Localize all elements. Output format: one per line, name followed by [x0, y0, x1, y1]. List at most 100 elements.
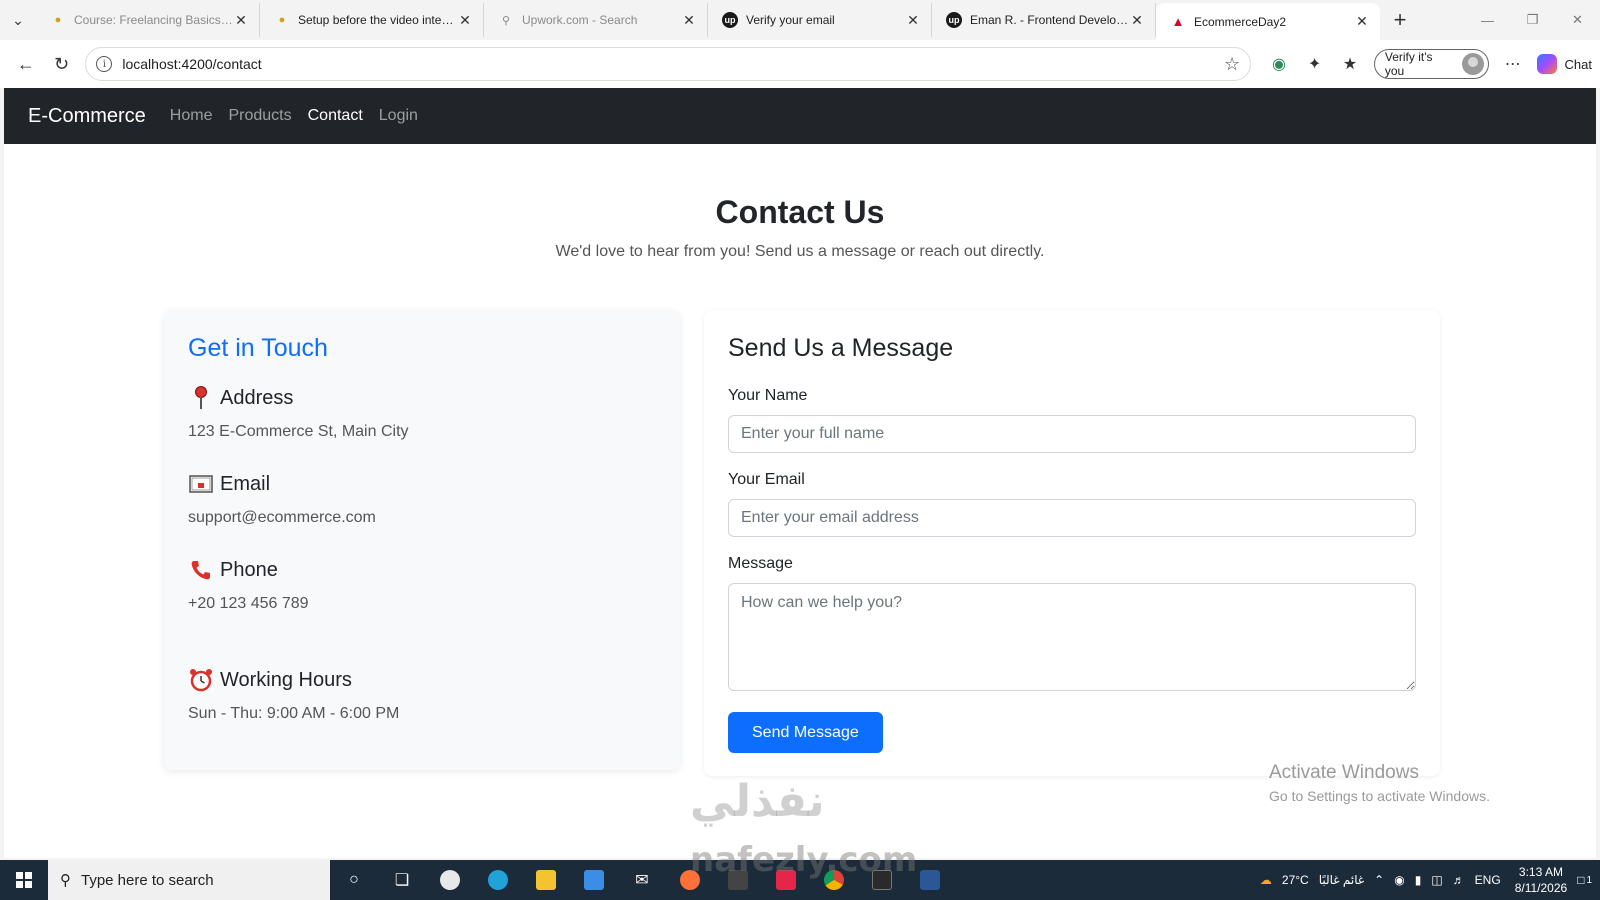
hours-value: Sun - Thu: 9:00 AM - 6:00 PM: [188, 705, 400, 722]
torch-icon: ●: [54, 14, 62, 26]
site-info-icon[interactable]: i: [96, 56, 113, 72]
site-navbar: E-Commerce Home Products Contact Login: [4, 88, 1596, 144]
torch-icon: ●: [278, 14, 286, 26]
profile-button[interactable]: Verify it's you: [1373, 49, 1489, 79]
browser-tab-1[interactable]: ● Course: Freelancing Basics | Ma ✕: [36, 3, 260, 37]
network-icon[interactable]: ◫: [1431, 873, 1442, 887]
new-tab-button[interactable]: +: [1380, 0, 1420, 40]
browser-toolbar: ← ↻ i localhost:4200/contact ☆ ◉ ✦ ★ Ver…: [0, 40, 1600, 88]
store-icon[interactable]: [570, 860, 618, 900]
close-tab-icon[interactable]: ✕: [681, 12, 697, 29]
activate-windows-notice: Activate Windows Go to Settings to activ…: [1269, 762, 1490, 804]
window-controls: — ❐ ✕: [1465, 0, 1600, 40]
tab-title: Verify your email: [746, 13, 835, 27]
clock-time: 3:13 AM: [1518, 865, 1563, 879]
system-tray: ☁ 27°C غائم غالبًا ⌃ ◉ ▮ ◫ ♬ ENG 3:13 AM…: [1250, 864, 1600, 896]
weather-desc[interactable]: غائم غالبًا: [1319, 873, 1364, 887]
phone-label: Phone: [220, 558, 278, 581]
tray-chevron-icon[interactable]: ⌃: [1374, 873, 1384, 887]
extension-globe-icon[interactable]: ◉: [1261, 46, 1297, 82]
nav-link-products[interactable]: Products: [228, 107, 291, 125]
task-view-icon[interactable]: ❏: [378, 860, 426, 900]
page-viewport: E-Commerce Home Products Contact Login C…: [4, 88, 1596, 858]
browser-tab-2[interactable]: ● Setup before the video intervie ✕: [260, 3, 484, 37]
restore-icon[interactable]: ❐: [1510, 0, 1555, 40]
email-label: Your Email: [728, 471, 805, 488]
reload-icon[interactable]: ↻: [44, 46, 80, 82]
close-tab-icon[interactable]: ✕: [905, 12, 921, 29]
close-tab-icon[interactable]: ✕: [457, 12, 473, 29]
nav-link-login[interactable]: Login: [379, 107, 418, 125]
clock[interactable]: 3:13 AM 8/11/2026: [1515, 864, 1568, 896]
notification-count: 1: [1586, 874, 1592, 886]
mail-icon[interactable]: ✉: [618, 860, 666, 900]
tab-title: Setup before the video intervie: [298, 13, 457, 27]
upwork-icon: up: [946, 12, 962, 28]
url-text[interactable]: localhost:4200/contact: [122, 56, 1224, 72]
notification-icon[interactable]: □: [1577, 873, 1584, 887]
copilot-chat-button[interactable]: Chat: [1536, 54, 1592, 74]
message-label: Message: [728, 555, 793, 572]
minimize-icon[interactable]: —: [1465, 0, 1510, 40]
address-label: Address: [220, 386, 294, 409]
contact-form-card: Send Us a Message Your Name Your Email M…: [704, 310, 1440, 776]
phone-block: Phone +20 123 456 789: [188, 557, 656, 667]
taskbar-search[interactable]: ⚲ Type here to search: [48, 860, 330, 900]
pushpin-icon: [188, 385, 214, 411]
browser-tab-3[interactable]: ⚲ Upwork.com - Search ✕: [484, 3, 708, 37]
clock-date: 8/11/2026: [1514, 881, 1568, 895]
star-icon[interactable]: ☆: [1224, 54, 1240, 75]
weather-temp[interactable]: 27°C: [1282, 873, 1309, 887]
tab-title: EcommerceDay2: [1194, 14, 1287, 29]
browser-tab-active[interactable]: ▲ EcommerceDay2 ✕: [1156, 3, 1380, 40]
close-tab-icon[interactable]: ✕: [1354, 13, 1370, 30]
weather-icon[interactable]: ☁: [1260, 873, 1272, 887]
file-explorer-icon[interactable]: [522, 860, 570, 900]
nav-link-contact[interactable]: Contact: [308, 107, 363, 125]
email-label: Email: [220, 472, 271, 495]
windows-start-icon[interactable]: [0, 860, 48, 900]
favorites-icon[interactable]: ★: [1332, 46, 1368, 82]
navbar-brand[interactable]: E-Commerce: [28, 105, 146, 128]
message-textarea[interactable]: [728, 583, 1416, 691]
email-input[interactable]: [728, 499, 1416, 537]
form-title: Send Us a Message: [728, 334, 954, 362]
back-arrow-icon[interactable]: ←: [8, 46, 44, 82]
tab-actions-menu-icon[interactable]: ⌄: [0, 0, 36, 40]
nav-link-home[interactable]: Home: [170, 107, 213, 125]
contact-info-card: Get in Touch Address 123 E-Commerce St, …: [164, 310, 680, 770]
send-message-button[interactable]: Send Message: [728, 712, 883, 753]
phone-value: +20 123 456 789: [188, 595, 309, 612]
phone-icon: [188, 557, 214, 583]
close-window-icon[interactable]: ✕: [1555, 0, 1600, 40]
battery-icon[interactable]: ▮: [1415, 873, 1422, 887]
search-icon: ⚲: [60, 872, 71, 889]
browser-tab-4[interactable]: up Verify your email ✕: [708, 3, 932, 37]
page-title: Contact Us: [715, 194, 885, 230]
angular-icon: ▲: [1171, 14, 1185, 29]
close-tab-icon[interactable]: ✕: [233, 12, 249, 29]
puzzle-icon[interactable]: ✦: [1297, 46, 1333, 82]
address-bar[interactable]: i localhost:4200/contact ☆: [85, 47, 1252, 81]
cortana-icon[interactable]: ○: [330, 860, 378, 900]
activate-title: Activate Windows: [1269, 762, 1419, 783]
browser-tab-5[interactable]: up Eman R. - Frontend Developer | ✕: [932, 3, 1156, 37]
language-indicator[interactable]: ENG: [1475, 873, 1501, 887]
hours-label: Working Hours: [220, 668, 352, 691]
more-icon[interactable]: ⋯: [1495, 46, 1531, 82]
edge-icon[interactable]: [474, 860, 522, 900]
volume-icon[interactable]: ♬: [1453, 873, 1465, 887]
record-icon[interactable]: ◉: [1394, 873, 1404, 887]
email-block: Email support@ecommerce.com: [188, 471, 656, 557]
address-block: Address 123 E-Commerce St, Main City: [188, 385, 656, 471]
name-input[interactable]: [728, 415, 1416, 453]
watermark-arabic: نفذلي: [690, 776, 825, 827]
taskbar-app-1[interactable]: [426, 860, 474, 900]
watermark-latin: nafezly.com: [690, 840, 918, 880]
email-value: support@ecommerce.com: [188, 509, 376, 526]
tab-title: Course: Freelancing Basics | Ma: [74, 13, 233, 27]
close-tab-icon[interactable]: ✕: [1129, 12, 1145, 29]
hours-block: Working Hours Sun - Thu: 9:00 AM - 6:00 …: [188, 667, 656, 723]
page-subtitle: We'd love to hear from you! Send us a me…: [555, 243, 1045, 260]
info-card-title: Get in Touch: [188, 334, 328, 362]
